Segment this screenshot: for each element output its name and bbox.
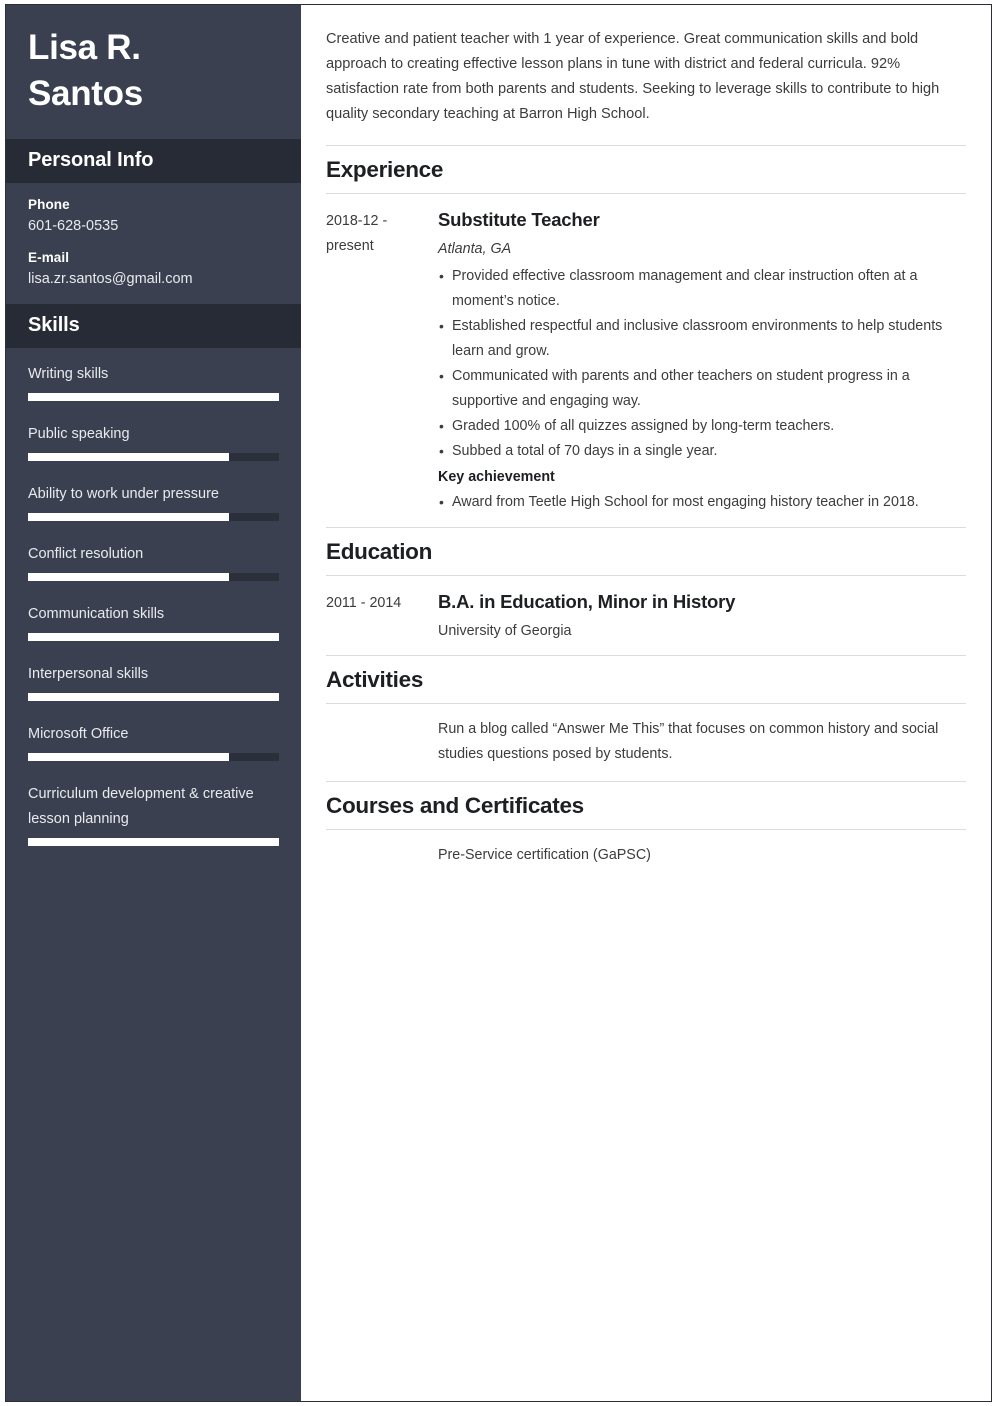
skill-item: Communication skills [28, 602, 279, 641]
experience-bullet: Established respectful and inclusive cla… [438, 314, 966, 364]
education-entry-dates: 2011 - 2014 [326, 595, 402, 611]
courses-heading: Courses and Certificates [326, 781, 966, 830]
experience-bullet: Graded 100% of all quizzes assigned by l… [438, 414, 966, 439]
experience-entry-dates: 2018-12 - present [326, 213, 388, 254]
courses-entry-body: Pre-Service certification (GaPSC) [438, 843, 966, 868]
skill-fill [28, 633, 279, 641]
candidate-name-block: Lisa R. Santos [6, 5, 301, 139]
skill-item: Conflict resolution [28, 542, 279, 581]
skill-label: Interpersonal skills [28, 666, 149, 682]
skill-item: Curriculum development & creative lesson… [28, 782, 279, 846]
key-achievement-label: Key achievement [438, 469, 555, 485]
experience-bullet-list: Provided effective classroom management … [438, 264, 966, 464]
skill-track [28, 393, 279, 401]
skill-label: Conflict resolution [28, 546, 144, 562]
skill-fill [28, 453, 229, 461]
education-degree: B.A. in Education, Minor in History [438, 591, 736, 612]
education-school: University of Georgia [438, 623, 572, 639]
skill-fill [28, 573, 229, 581]
activities-text: Run a blog called “Answer Me This” that … [438, 721, 939, 762]
skill-item: Writing skills [28, 362, 279, 401]
skill-fill [28, 693, 279, 701]
candidate-name-line-2: Santos [28, 74, 143, 113]
experience-job-title: Substitute Teacher [438, 209, 600, 230]
skill-track [28, 838, 279, 846]
phone-value[interactable]: 601-628-0535 [28, 217, 279, 235]
section-experience: Experience 2018-12 - present Substitute … [326, 145, 966, 527]
skills-heading: Skills [6, 304, 301, 348]
skill-track [28, 573, 279, 581]
key-achievement-bullet: Award from Teetle High School for most e… [438, 490, 966, 515]
experience-bullet: Communicated with parents and other teac… [438, 364, 966, 414]
skill-fill [28, 838, 279, 846]
skill-track [28, 513, 279, 521]
section-courses: Courses and Certificates Pre-Service cer… [326, 781, 966, 882]
candidate-name-line-1: Lisa R. [28, 28, 141, 67]
experience-bullet: Subbed a total of 70 days in a single ye… [438, 439, 966, 464]
skill-item: Public speaking [28, 422, 279, 461]
skill-track [28, 753, 279, 761]
skill-fill [28, 393, 279, 401]
professional-summary: Creative and patient teacher with 1 year… [326, 31, 940, 122]
activities-entry-body: Run a blog called “Answer Me This” that … [438, 717, 966, 767]
skill-label: Public speaking [28, 426, 130, 442]
personal-info-heading: Personal Info [6, 139, 301, 183]
skills-list: Writing skills Public speaking Ability t… [6, 348, 301, 866]
experience-entry: 2018-12 - present Substitute Teacher Atl… [326, 194, 966, 527]
section-education: Education 2011 - 2014 B.A. in Education,… [326, 527, 966, 655]
education-entry-body: B.A. in Education, Minor in History Univ… [438, 589, 966, 643]
skill-fill [28, 753, 229, 761]
experience-location: Atlanta, GA [438, 241, 512, 257]
education-entry: 2011 - 2014 B.A. in Education, Minor in … [326, 576, 966, 655]
skill-track [28, 633, 279, 641]
resume-sidebar: Lisa R. Santos Personal Info Phone 601-6… [6, 5, 301, 1401]
phone-label: Phone [28, 197, 70, 212]
skill-label: Ability to work under pressure [28, 486, 219, 502]
skill-item: Ability to work under pressure [28, 482, 279, 521]
email-value[interactable]: lisa.zr.santos@gmail.com [28, 270, 279, 288]
resume-page: Lisa R. Santos Personal Info Phone 601-6… [0, 0, 996, 1406]
skill-label: Writing skills [28, 366, 109, 382]
experience-bullet: Provided effective classroom management … [438, 264, 966, 314]
skill-item: Interpersonal skills [28, 662, 279, 701]
resume-main-content: Creative and patient teacher with 1 year… [301, 5, 991, 1401]
skill-label: Curriculum development & creative lesson… [28, 786, 254, 827]
skill-label: Microsoft Office [28, 726, 129, 742]
activities-entry-dates [326, 717, 438, 767]
skill-track [28, 693, 279, 701]
resume-document: Lisa R. Santos Personal Info Phone 601-6… [5, 4, 992, 1402]
courses-entry: Pre-Service certification (GaPSC) [326, 830, 966, 882]
section-activities: Activities Run a blog called “Answer Me … [326, 655, 966, 781]
courses-text: Pre-Service certification (GaPSC) [438, 847, 651, 863]
skill-item: Microsoft Office [28, 722, 279, 761]
key-achievement-list: Award from Teetle High School for most e… [438, 490, 966, 515]
skill-fill [28, 513, 229, 521]
experience-entry-body: Substitute Teacher Atlanta, GA Provided … [438, 207, 966, 515]
email-label: E-mail [28, 250, 70, 265]
activities-heading: Activities [326, 655, 966, 704]
experience-heading: Experience [326, 145, 966, 194]
personal-info-body: Phone 601-628-0535 E-mail lisa.zr.santos… [6, 183, 301, 304]
skill-track [28, 453, 279, 461]
activities-entry: Run a blog called “Answer Me This” that … [326, 704, 966, 781]
education-heading: Education [326, 527, 966, 576]
courses-entry-dates [326, 843, 438, 868]
skill-label: Communication skills [28, 606, 165, 622]
